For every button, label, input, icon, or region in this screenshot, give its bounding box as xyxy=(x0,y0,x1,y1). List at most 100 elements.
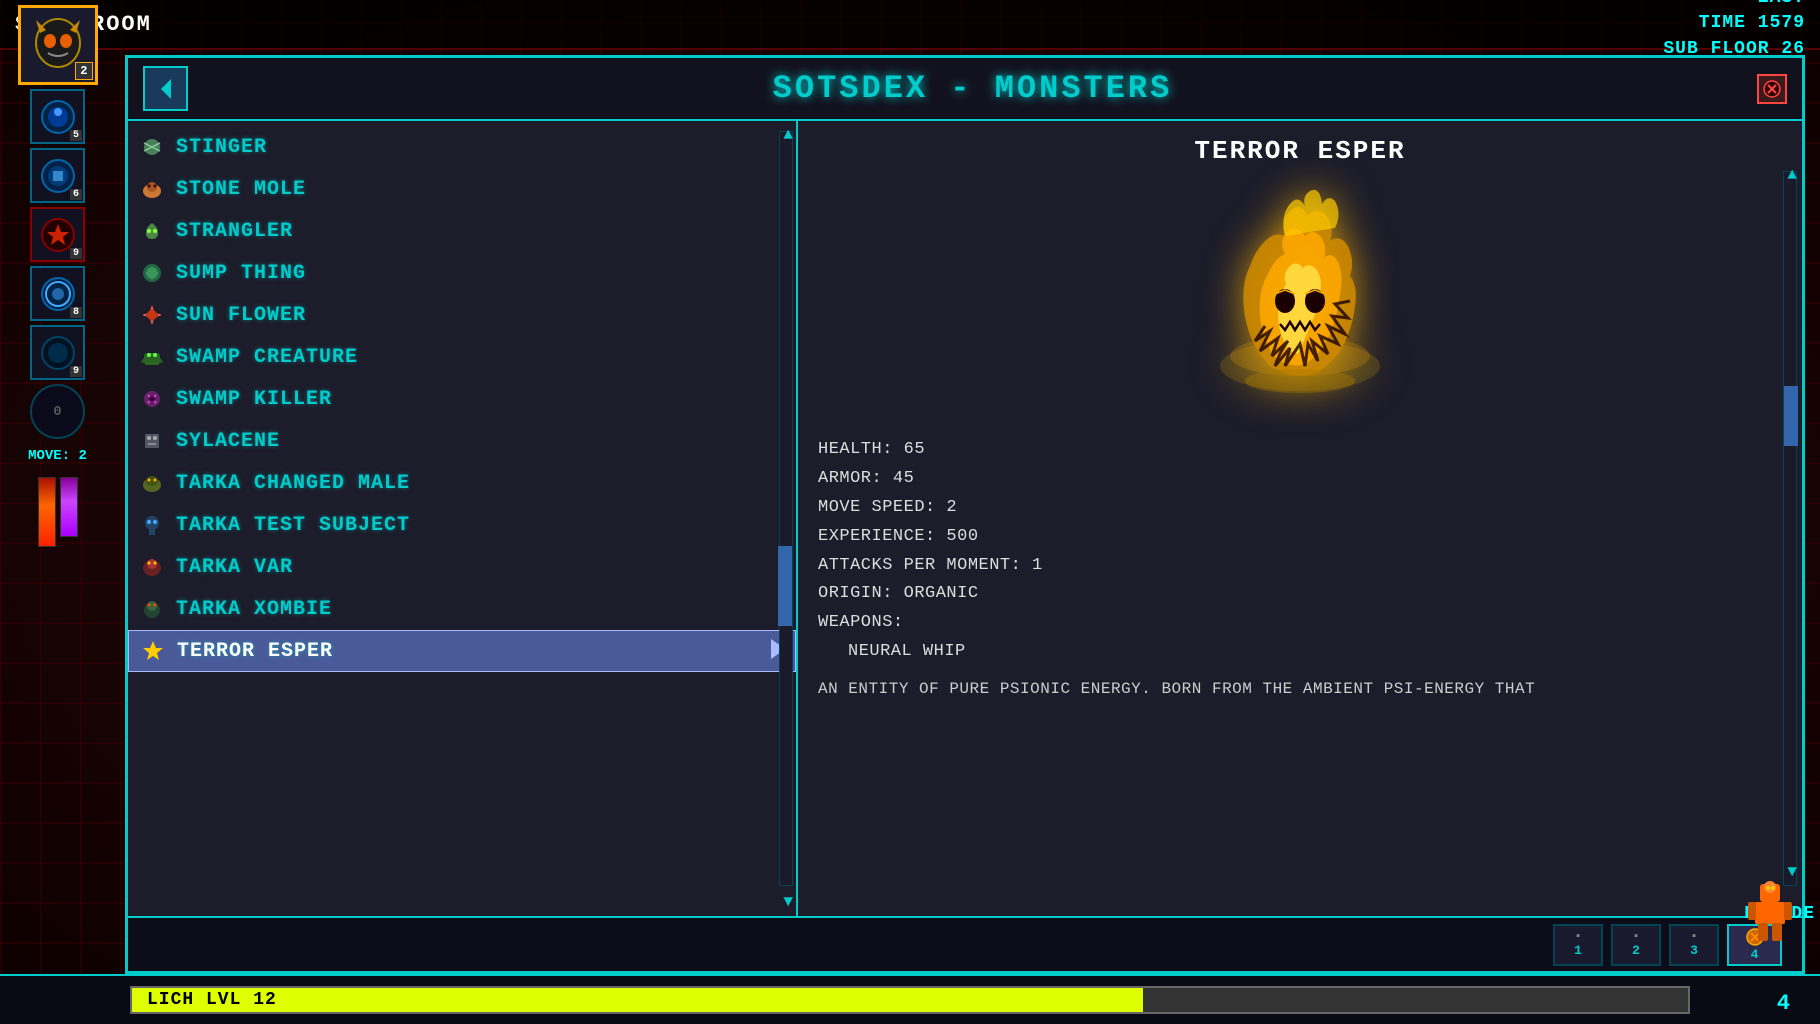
panel-header: SOTSDEX - MONSTERS xyxy=(128,58,1802,121)
player-avatar[interactable]: 2 xyxy=(18,5,98,85)
stat-move-speed: MOVE SPEED: 2 xyxy=(818,494,1782,523)
list-scrollbar[interactable] xyxy=(779,131,793,886)
player-sprite xyxy=(1740,879,1800,949)
monster-icon-sylacene xyxy=(138,427,166,455)
monster-name-sun-flower: SUN FLOWER xyxy=(176,304,306,327)
health-bars xyxy=(38,477,78,547)
slot-icon-3: ▪ xyxy=(1691,931,1698,943)
game-info: EASY TIME 1579 SUB FLOOR 26 xyxy=(1663,0,1805,62)
monster-row-tarka-var[interactable]: TARKA VAR xyxy=(128,546,796,588)
close-button[interactable] xyxy=(1757,74,1787,104)
skill-badge-4: 8 xyxy=(70,307,82,318)
stat-origin: ORIGIN: ORGANIC xyxy=(818,580,1782,609)
monster-row-sump-thing[interactable]: SUMP THING xyxy=(128,252,796,294)
monster-name-terror-esper: TERROR ESPER xyxy=(177,640,333,663)
monster-row-swamp-killer[interactable]: SWAMP KILLER xyxy=(128,378,796,420)
monster-name-tarka-var: TARKA VAR xyxy=(176,556,293,579)
monster-name-sump-thing: SUMP THING xyxy=(176,262,306,285)
slot-label-4: 4 xyxy=(1751,947,1759,962)
monster-row-tarka-xombie[interactable]: TARKA XOMBIE xyxy=(128,588,796,630)
monster-row-terror-esper[interactable]: TERROR ESPER xyxy=(128,630,796,672)
monster-row-tarka-test-subject[interactable]: TARKA TEST SUBJECT xyxy=(128,504,796,546)
stat-weapons-label: WEAPONS: xyxy=(818,609,1782,638)
bottom-xp-bar: LICH LVL 12 xyxy=(0,974,1820,1024)
back-button[interactable] xyxy=(143,66,188,111)
monster-row-stinger[interactable]: STINGER xyxy=(128,126,796,168)
stat-weapon1: NEURAL WHIP xyxy=(818,638,1782,667)
monster-icon-terror-esper xyxy=(139,637,167,665)
health-bar xyxy=(38,477,56,547)
list-scrollbar-thumb[interactable] xyxy=(778,546,792,626)
detail-description: AN ENTITY OF PURE PSIONIC ENERGY. BORN F… xyxy=(818,677,1782,701)
xp-bar-label: LICH LVL 12 xyxy=(147,990,277,1010)
monster-icon-swamp-creature xyxy=(138,343,166,371)
panel-body: STINGER STONE MOLE STRANGLER xyxy=(128,121,1802,916)
top-bar: STOREROOM EASY TIME 1579 SUB FLOOR 26 xyxy=(0,0,1820,50)
monster-name-tarka-changed-male: TARKA CHANGED MALE xyxy=(176,472,410,495)
skill-slot-4[interactable]: 8 xyxy=(30,266,85,321)
monster-row-sylacene[interactable]: SYLACENE xyxy=(128,420,796,462)
monster-row-sun-flower[interactable]: SUN FLOWER xyxy=(128,294,796,336)
stat-experience: EXPERIENCE: 500 xyxy=(818,523,1782,552)
skill-slot-2[interactable]: 6 xyxy=(30,148,85,203)
left-sidebar: 2 5 6 9 8 xyxy=(0,0,115,1024)
skill-slot-1[interactable]: 5 xyxy=(30,89,85,144)
move-label: MOVE: 2 xyxy=(28,443,87,469)
action-slot-2[interactable]: ▪ 2 xyxy=(1611,924,1661,966)
skill-slot-5[interactable]: 9 xyxy=(30,325,85,380)
monster-icon-tarka-var xyxy=(138,553,166,581)
detail-title: TERROR ESPER xyxy=(818,136,1782,166)
skill-slot-6[interactable]: 0 xyxy=(30,384,85,439)
energy-bar xyxy=(60,477,78,537)
slot-label-2: 2 xyxy=(1632,943,1640,958)
monster-list[interactable]: STINGER STONE MOLE STRANGLER xyxy=(128,121,796,916)
monster-icon-stone-mole xyxy=(138,175,166,203)
time-label: TIME 1579 xyxy=(1663,11,1805,36)
slot-icon-2: ▪ xyxy=(1633,931,1640,943)
monster-icon-stinger xyxy=(138,133,166,161)
monster-icon-swamp-killer xyxy=(138,385,166,413)
slot-label-1: 1 xyxy=(1574,943,1582,958)
monster-icon-tarka-xombie xyxy=(138,595,166,623)
skill-badge-2: 6 xyxy=(70,189,82,200)
monster-icon-tarka-test-subject xyxy=(138,511,166,539)
monster-row-strangler[interactable]: STRANGLER xyxy=(128,210,796,252)
action-slot-1[interactable]: ▪ 1 xyxy=(1553,924,1603,966)
xp-bar: LICH LVL 12 xyxy=(130,986,1690,1014)
action-bar: ▪ 1 ▪ 2 ▪ 3 4 xyxy=(128,916,1802,971)
avatar-badge: 2 xyxy=(75,62,92,80)
action-slot-3[interactable]: ▪ 3 xyxy=(1669,924,1719,966)
monster-name-strangler: STRANGLER xyxy=(176,220,293,243)
detail-scrollbar-thumb[interactable] xyxy=(1784,386,1798,446)
skill-badge-5: 9 xyxy=(70,366,82,377)
monster-name-stinger: STINGER xyxy=(176,136,267,159)
monster-name-tarka-xombie: TARKA XOMBIE xyxy=(176,598,332,621)
xp-bar-fill xyxy=(132,988,1143,1012)
main-panel: SOTSDEX - MONSTERS STINGER xyxy=(125,55,1805,974)
skill-badge-6: 0 xyxy=(53,404,61,420)
monster-icon-sump-thing xyxy=(138,259,166,287)
stat-armor: ARMOR: 45 xyxy=(818,465,1782,494)
monster-icon-sun-flower xyxy=(138,301,166,329)
slot-icon-1: ▪ xyxy=(1575,931,1582,943)
difficulty-label: EASY xyxy=(1663,0,1805,11)
monster-name-tarka-test-subject: TARKA TEST SUBJECT xyxy=(176,514,410,537)
detail-scrollbar[interactable] xyxy=(1783,171,1797,886)
skill-badge-3: 9 xyxy=(70,248,82,259)
slot-label-3: 3 xyxy=(1690,943,1698,958)
monster-name-sylacene: SYLACENE xyxy=(176,430,280,453)
monster-name-stone-mole: STONE MOLE xyxy=(176,178,306,201)
monster-name-swamp-killer: SWAMP KILLER xyxy=(176,388,332,411)
monster-row-stone-mole[interactable]: STONE MOLE xyxy=(128,168,796,210)
scroll-up-arrow[interactable]: ▲ xyxy=(783,126,793,144)
detail-scroll-up[interactable]: ▲ xyxy=(1787,166,1797,184)
panel-title: SOTSDEX - MONSTERS xyxy=(203,70,1742,107)
stat-health: HEALTH: 65 xyxy=(818,436,1782,465)
monster-row-tarka-changed-male[interactable]: TARKA CHANGED MALE xyxy=(128,462,796,504)
skill-slot-3[interactable]: 9 xyxy=(30,207,85,262)
monster-name-swamp-creature: SWAMP CREATURE xyxy=(176,346,358,369)
monster-row-swamp-creature[interactable]: SWAMP CREATURE xyxy=(128,336,796,378)
scroll-down-arrow[interactable]: ▼ xyxy=(783,893,793,911)
monster-portrait xyxy=(818,176,1782,426)
bottom-right-num: 4 xyxy=(1777,991,1790,1016)
